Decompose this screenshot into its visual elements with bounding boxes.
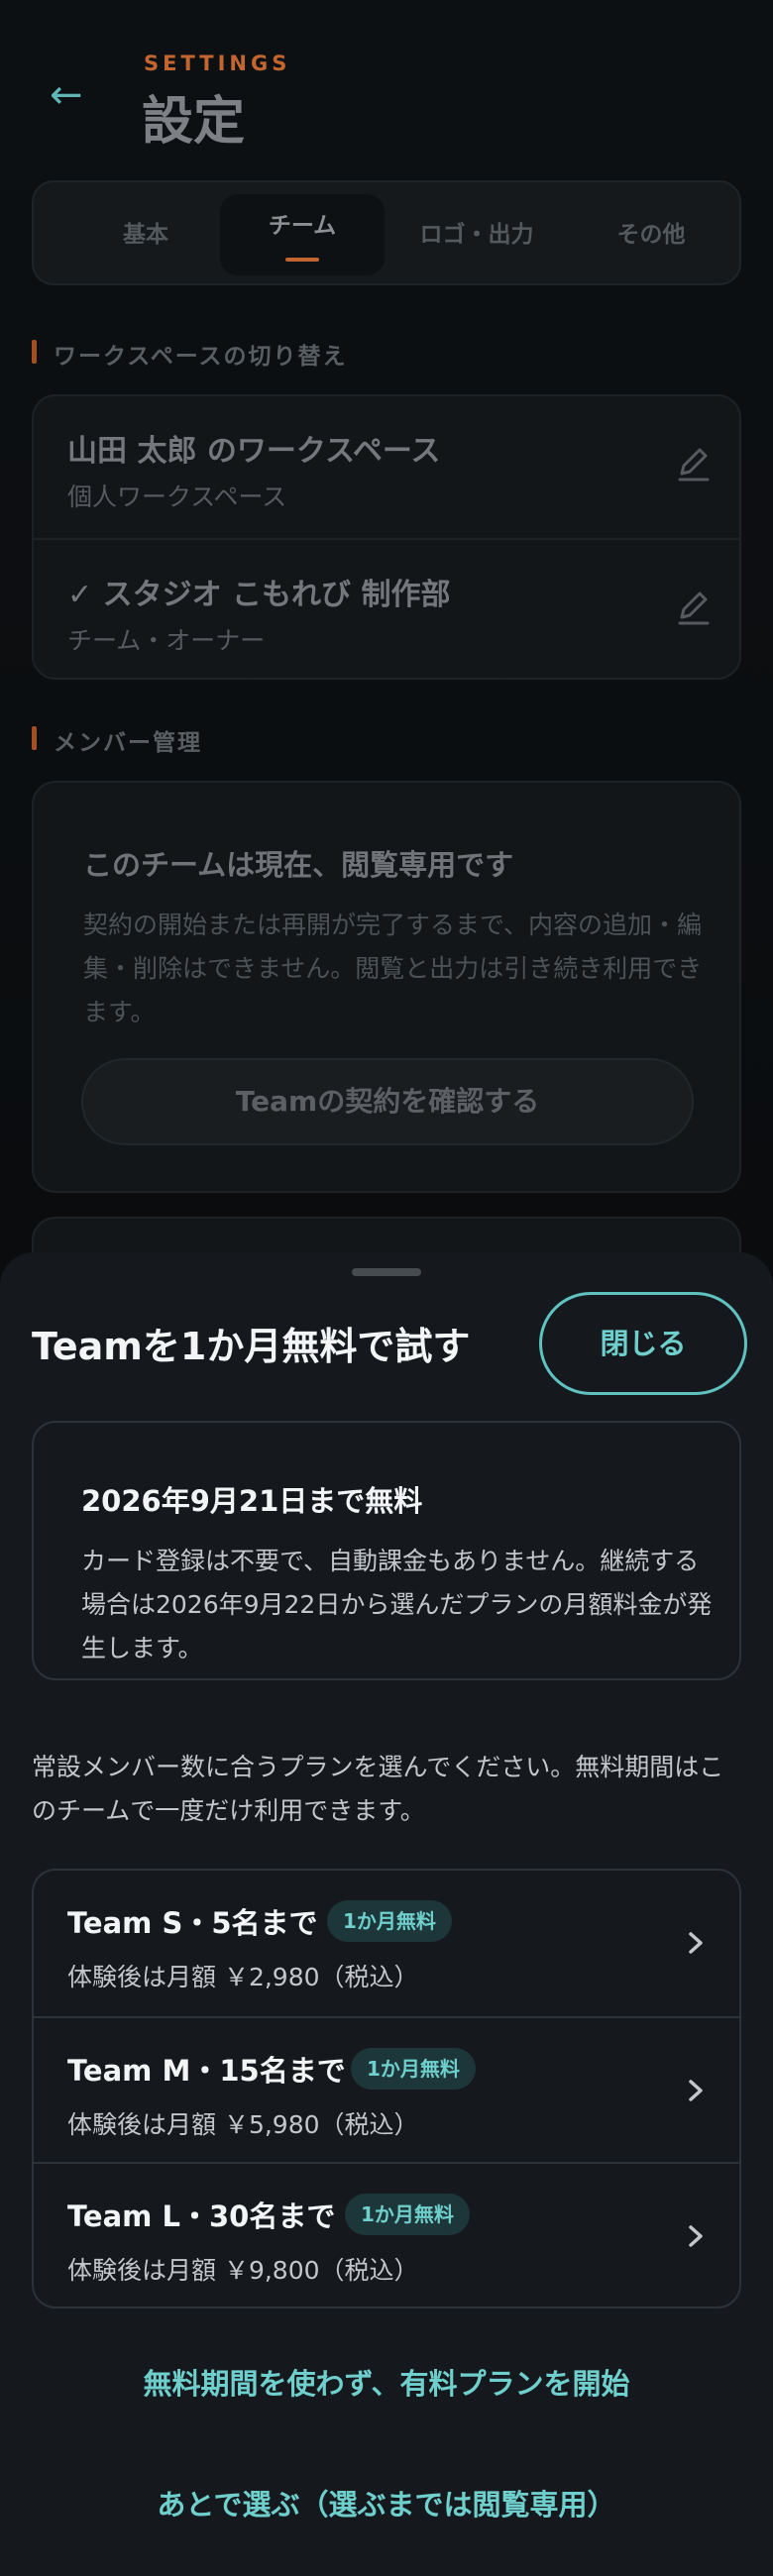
trial-end-date: 2026年9月21日まで無料 xyxy=(81,1484,423,1518)
plan-price: 体験後は月額 ￥9,800（税込） xyxy=(67,2256,419,2285)
chevron-right-icon xyxy=(689,2225,703,2247)
workspace-item-personal[interactable]: 山田 太郎 のワークスペース 個人ワークスペース xyxy=(34,396,739,538)
workspace-section-label: ワークスペースの切り替え xyxy=(32,337,348,371)
active-tab-indicator xyxy=(285,258,319,262)
tab-logo-output[interactable]: ロゴ・出力 xyxy=(394,194,559,275)
plan-description: 常設メンバー数に合うプランを選んでください。無料期間はこのチームで一度だけ利用で… xyxy=(32,1753,724,1825)
settings-tabs: 基本 チーム ロゴ・出力 その他 xyxy=(32,180,741,285)
pencil-icon[interactable] xyxy=(674,444,714,483)
start-paid-plan-link[interactable]: 無料期間を使わず、有料プランを開始 xyxy=(0,2354,773,2414)
free-trial-badge: 1か月無料 xyxy=(351,2048,476,2090)
trial-bottom-sheet: Teamを1か月無料で試す 閉じる 2026年9月21日まで無料 カード登録は不… xyxy=(0,1252,773,2576)
tab-basic[interactable]: 基本 xyxy=(63,194,228,275)
plan-name: Team S・5名まで xyxy=(67,1906,318,1940)
workspace-sub: チーム・オーナー xyxy=(67,626,266,655)
page-eyebrow: SETTINGS xyxy=(144,52,291,75)
check-contract-button[interactable]: Teamの契約を確認する xyxy=(81,1058,694,1145)
plan-list: Team S・5名まで 1か月無料 体験後は月額 ￥2,980（税込） Team… xyxy=(32,1869,741,2308)
workspace-name: 山田 太郎 のワークスペース xyxy=(67,434,441,469)
plan-price: 体験後は月額 ￥5,980（税込） xyxy=(67,2110,419,2139)
trial-body: カード登録は不要で、自動課金もありません。継続する場合は2026年9月22日から… xyxy=(81,1547,713,1663)
settings-page: ← SETTINGS 設定 基本 チーム ロゴ・出力 その他 ワークスペースの切… xyxy=(0,0,773,1336)
trial-info-card: 2026年9月21日まで無料 カード登録は不要で、自動課金もありません。継続する… xyxy=(32,1421,741,1680)
page-title: 設定 xyxy=(142,92,246,152)
plan-name: Team L・30名まで xyxy=(67,2200,336,2233)
workspace-item-team[interactable]: ✓ スタジオ こもれび 制作部 チーム・オーナー xyxy=(34,538,739,678)
plan-item-team-l[interactable]: Team L・30名まで 1か月無料 体験後は月額 ￥9,800（税込） xyxy=(34,2162,739,2307)
chevron-right-icon xyxy=(689,2080,703,2101)
notice-title: このチームは現在、閲覧専用です xyxy=(83,848,514,882)
workspace-name: ✓ スタジオ こもれび 制作部 xyxy=(67,578,451,612)
plan-item-team-s[interactable]: Team S・5名まで 1か月無料 体験後は月額 ￥2,980（税込） xyxy=(34,1871,739,2016)
chevron-right-icon xyxy=(689,1932,703,1954)
tab-other[interactable]: その他 xyxy=(569,194,733,275)
tab-team[interactable]: チーム xyxy=(220,194,385,275)
choose-later-link[interactable]: あとで選ぶ（選ぶまでは閲覧専用） xyxy=(0,2475,773,2534)
plan-item-team-m[interactable]: Team M・15名まで 1か月無料 体験後は月額 ￥5,980（税込） xyxy=(34,2016,739,2162)
close-button[interactable]: 閉じる xyxy=(539,1292,747,1395)
notice-body: 契約の開始または再開が完了するまで、内容の追加・編集・削除はできません。閲覧と出… xyxy=(83,911,703,1026)
sheet-title: Teamを1か月無料で試す xyxy=(32,1325,471,1368)
plan-price: 体験後は月額 ￥2,980（税込） xyxy=(67,1963,419,1991)
pencil-icon[interactable] xyxy=(674,588,714,627)
free-trial-badge: 1か月無料 xyxy=(327,1900,452,1942)
free-trial-badge: 1か月無料 xyxy=(345,2194,470,2235)
sheet-grabber-handle[interactable] xyxy=(352,1268,421,1276)
workspace-sub: 個人ワークスペース xyxy=(67,483,287,511)
member-section-label: メンバー管理 xyxy=(32,723,202,757)
back-arrow-icon[interactable]: ← xyxy=(50,75,99,121)
read-only-notice: このチームは現在、閲覧専用です 契約の開始または再開が完了するまで、内容の追加・… xyxy=(32,781,741,1193)
plan-name: Team M・15名まで xyxy=(67,2054,346,2088)
workspace-list: 山田 太郎 のワークスペース 個人ワークスペース ✓ スタジオ こもれび 制作部… xyxy=(32,394,741,680)
